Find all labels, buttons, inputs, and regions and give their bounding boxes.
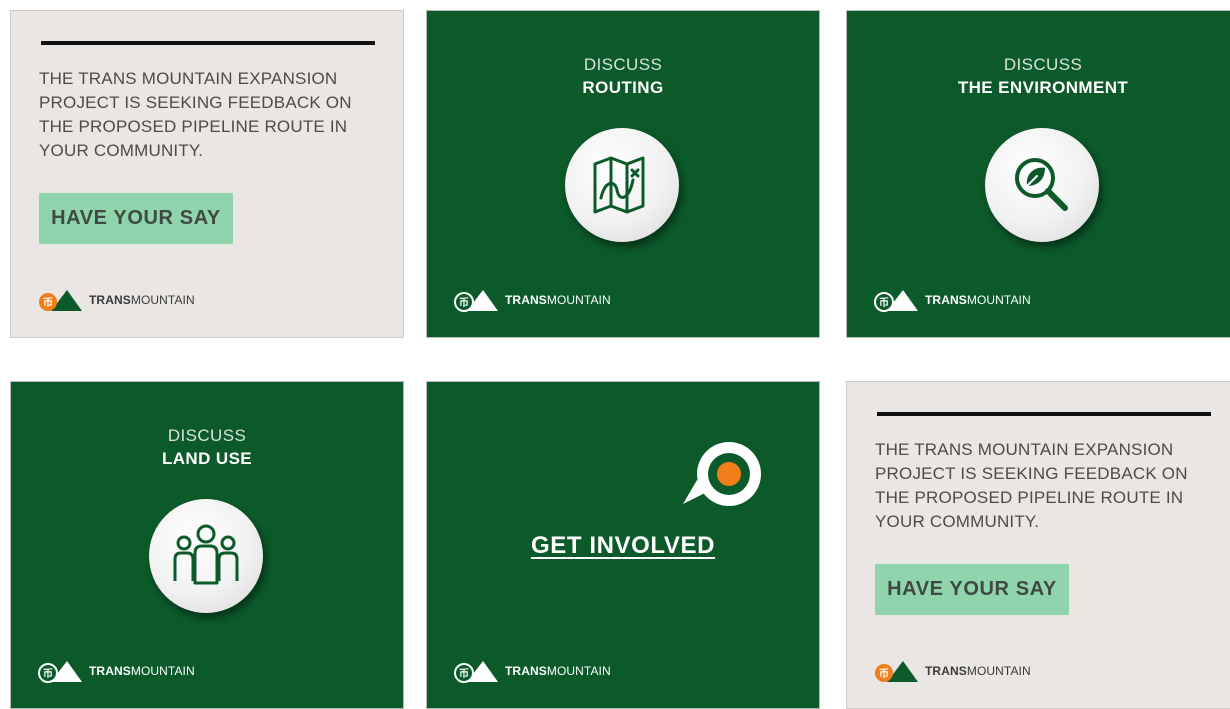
svg-text:币: 币 — [459, 668, 469, 680]
land-use-card: DISCUSS LAND USE 币 TRANSMOUNTAIN — [10, 381, 404, 709]
brand-logo: 币 TRANSMOUNTAIN — [453, 658, 611, 684]
kicker-text: DISCUSS — [583, 55, 663, 74]
trans-mountain-logo-icon: 币 — [875, 661, 918, 682]
kicker-text: DISCUSS — [1003, 55, 1083, 74]
get-involved-link[interactable]: GET INVOLVED — [531, 532, 715, 559]
trans-mountain-logo-icon: 币 — [39, 290, 82, 311]
svg-text:币: 币 — [459, 297, 469, 309]
headline-text: LAND USE — [161, 449, 253, 468]
brand-logo: 币 TRANSMOUNTAIN — [37, 658, 195, 684]
headline-text: ROUTING — [582, 78, 664, 97]
environment-card: DISCUSS THE ENVIRONMENT 币 TRANSMOUNTAIN — [846, 10, 1230, 338]
map-icon — [565, 128, 679, 242]
have-your-say-button[interactable]: HAVE YOUR SAY — [39, 193, 233, 244]
svg-text:币: 币 — [43, 668, 53, 680]
svg-text:币: 币 — [879, 668, 889, 680]
brand-logo: 币 TRANSMOUNTAIN — [453, 287, 611, 313]
routing-card: DISCUSS ROUTING 币 TRANSMOUNTAIN — [426, 10, 820, 338]
brand-logo: 币 TRANSMOUNTAIN — [873, 658, 1031, 684]
intro-message: THE TRANS MOUNTAIN EXPANSION PROJECT IS … — [39, 69, 352, 160]
trans-mountain-logo-icon: 币 — [38, 661, 82, 683]
leaf-magnifier-icon — [985, 128, 1099, 242]
svg-text:币: 币 — [43, 297, 53, 309]
get-involved-link-wrap: GET INVOLVED — [427, 532, 819, 560]
people-group-icon — [149, 499, 263, 613]
brand-logo: 币 TRANSMOUNTAIN — [37, 287, 195, 313]
trans-mountain-logo-icon: 币 — [454, 661, 498, 683]
brand-name: TRANSMOUNTAIN — [89, 664, 195, 678]
trans-mountain-logo-icon: 币 — [454, 290, 498, 312]
brand-name: TRANSMOUNTAIN — [925, 664, 1031, 678]
brand-name: TRANSMOUNTAIN — [89, 293, 195, 307]
brand-logo: 币 TRANSMOUNTAIN — [873, 287, 1031, 313]
intro-message: THE TRANS MOUNTAIN EXPANSION PROJECT IS … — [875, 440, 1188, 531]
kicker-text: DISCUSS — [167, 426, 247, 445]
have-your-say-button[interactable]: HAVE YOUR SAY — [875, 564, 1069, 615]
intro-card-1: THE TRANS MOUNTAIN EXPANSION PROJECT IS … — [10, 10, 404, 338]
divider-bar — [877, 412, 1211, 416]
brand-name: TRANSMOUNTAIN — [505, 293, 611, 307]
brand-name: TRANSMOUNTAIN — [505, 664, 611, 678]
divider-bar — [41, 41, 375, 45]
trans-mountain-logo-icon: 币 — [874, 290, 918, 312]
brand-name: TRANSMOUNTAIN — [925, 293, 1031, 307]
get-involved-card: GET INVOLVED 币 TRANSMOUNTAIN — [426, 381, 820, 709]
svg-text:币: 币 — [879, 297, 889, 309]
headline-text: THE ENVIRONMENT — [957, 78, 1129, 97]
speech-bubble-icon — [683, 442, 761, 506]
intro-card-2: THE TRANS MOUNTAIN EXPANSION PROJECT IS … — [846, 381, 1230, 709]
